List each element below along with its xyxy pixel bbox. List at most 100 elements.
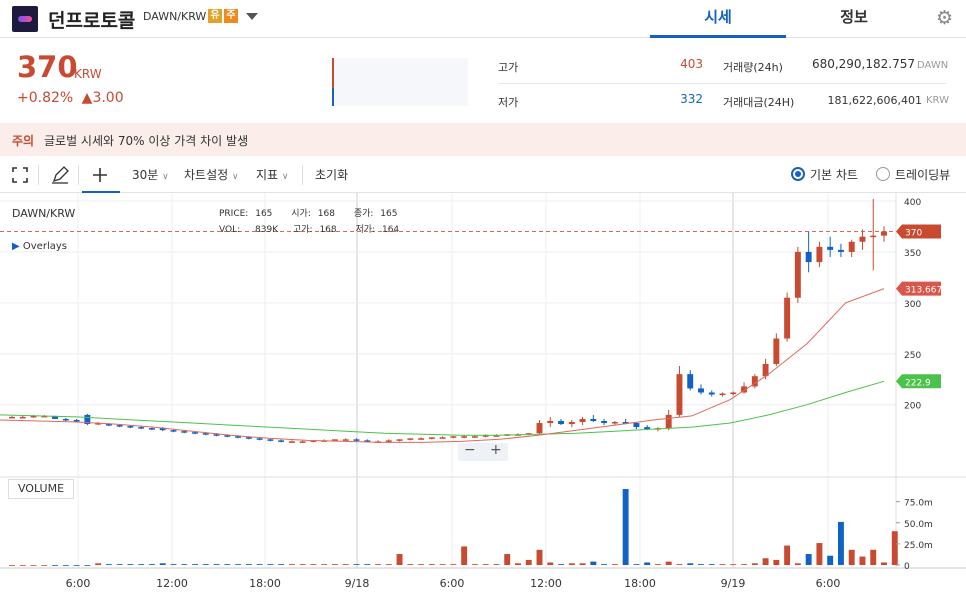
chevron-down-icon: ∨ [281,172,289,182]
fullscreen-icon[interactable] [12,167,28,183]
volume-bar [245,564,252,565]
candle-body [794,251,801,298]
tab-info[interactable]: 정보 [786,0,922,38]
zoom-controls: − + [458,442,508,461]
high-label: 고가 [498,61,519,74]
candle-body [9,416,15,419]
y-tick-label: 250 [904,351,921,361]
volume-bar [428,564,435,565]
zoom-in-button[interactable]: + [490,442,502,458]
price-chart[interactable]: 6:00 12:00 18:00 9/18 6:00 12:00 18:00 9/19 6:00… [0,193,966,595]
x-tick-label: 18:00 [249,577,281,590]
candle-body [62,418,69,421]
volume-bar [482,564,489,565]
reset-button[interactable]: 초기화 [315,166,348,183]
candle-body [299,441,306,443]
candlestick-chart-svg[interactable]: 6:00 12:00 18:00 9/18 6:00 12:00 18:00 9/19 6:00… [0,193,966,595]
volume-bar [73,565,80,566]
chart-settings-dropdown[interactable]: 차트설정 ∨ [184,166,239,183]
chart-symbol: DAWN/KRW [12,207,76,220]
volume-bar [558,564,564,565]
candle-body [676,374,683,415]
volume-bar [418,564,425,565]
crosshair-icon [93,168,107,182]
toolbar-divider [38,165,39,185]
volume-bar [321,564,328,565]
volume-bar [127,564,134,565]
volume-tick-label: 0 [904,562,910,572]
candle-body [19,416,26,419]
low-label: 저가 [498,96,519,109]
indicators-dropdown[interactable]: 지표 ∨ [256,166,289,183]
x-tick-label: 6:00 [816,577,841,590]
vol-val: 839K [255,225,279,235]
price-change: +0.82% ▲3.00 [17,90,124,106]
change-absolute: ▲3.00 [81,90,124,106]
chevron-down-icon: ∨ [162,172,169,182]
candle-body [590,418,597,421]
candle-body [148,428,155,430]
volume-bar [332,564,338,565]
sparkline-svg [332,58,334,106]
draw-pen-icon[interactable] [51,166,69,184]
dropdown-caret-icon[interactable] [246,13,258,20]
interval-dropdown[interactable]: 30분 ∨ [132,166,169,183]
candle-body [859,236,866,242]
crosshair-button[interactable] [82,157,120,193]
ohlc-readout-2: VOL: 839K 고가: 168 저가: 164 [219,222,399,235]
basic-chart-label[interactable]: 기본 차트 [810,166,858,183]
volume-bar [342,564,349,565]
candle-body [601,421,608,424]
volume-bar [827,555,834,565]
tradingview-label[interactable]: 트레이딩뷰 [895,166,950,183]
volume-bar [170,564,177,565]
candle-body [558,421,564,425]
volume-bar [525,559,532,565]
volume-bar [784,545,791,565]
volume-bar [407,564,414,565]
volume-value: 680,290,182.757 [811,57,915,71]
candle-body [773,338,780,364]
candle-body [127,426,134,428]
x-tick-label: 12:00 [156,577,188,590]
overlays-toggle[interactable]: ▶ Overlays [12,241,67,252]
volume-bar [762,558,769,565]
open-val: 168 [317,209,335,219]
low-value: 332 [680,92,703,106]
gear-icon[interactable]: ⚙ [936,7,953,29]
candle-body [181,431,188,433]
volume-bar [547,562,554,565]
volume-bar [708,564,715,565]
turnover-label: 거래대금(24H) [723,96,795,109]
coin-name[interactable]: 던프로토콜 [48,6,135,33]
candle-body [418,438,425,440]
volume-bar [138,564,145,565]
triangle-right-icon: ▶ [12,241,20,252]
candle-body [719,393,726,395]
zoom-out-button[interactable]: − [464,442,476,458]
volume-bar [364,564,371,565]
volume-bar [235,564,242,565]
tradingview-radio[interactable] [876,167,890,181]
high-value: 403 [680,57,703,71]
volume-bar [493,564,500,565]
low-val: 164 [381,225,400,235]
volume-bar [385,564,392,565]
volume-bar [105,564,112,565]
volume-bar [881,562,887,565]
ma-long-tag: 222.9 [905,378,931,388]
warning-badge: 주 [224,9,238,23]
volume-bar [41,565,48,566]
x-tick-label: 9/18 [345,577,370,590]
candle-body [827,246,834,250]
volume-bar [751,563,758,565]
basic-chart-radio[interactable] [791,167,805,181]
candle-body [116,425,123,427]
tab-quote[interactable]: 시세 [650,0,786,38]
high-key: 고가: [292,225,313,235]
volume-label: 거래량(24h) [723,61,783,74]
volume-bar [805,554,812,565]
open-key: 시가: [291,209,311,219]
volume-bar [471,564,478,565]
volume-bar [95,563,102,565]
